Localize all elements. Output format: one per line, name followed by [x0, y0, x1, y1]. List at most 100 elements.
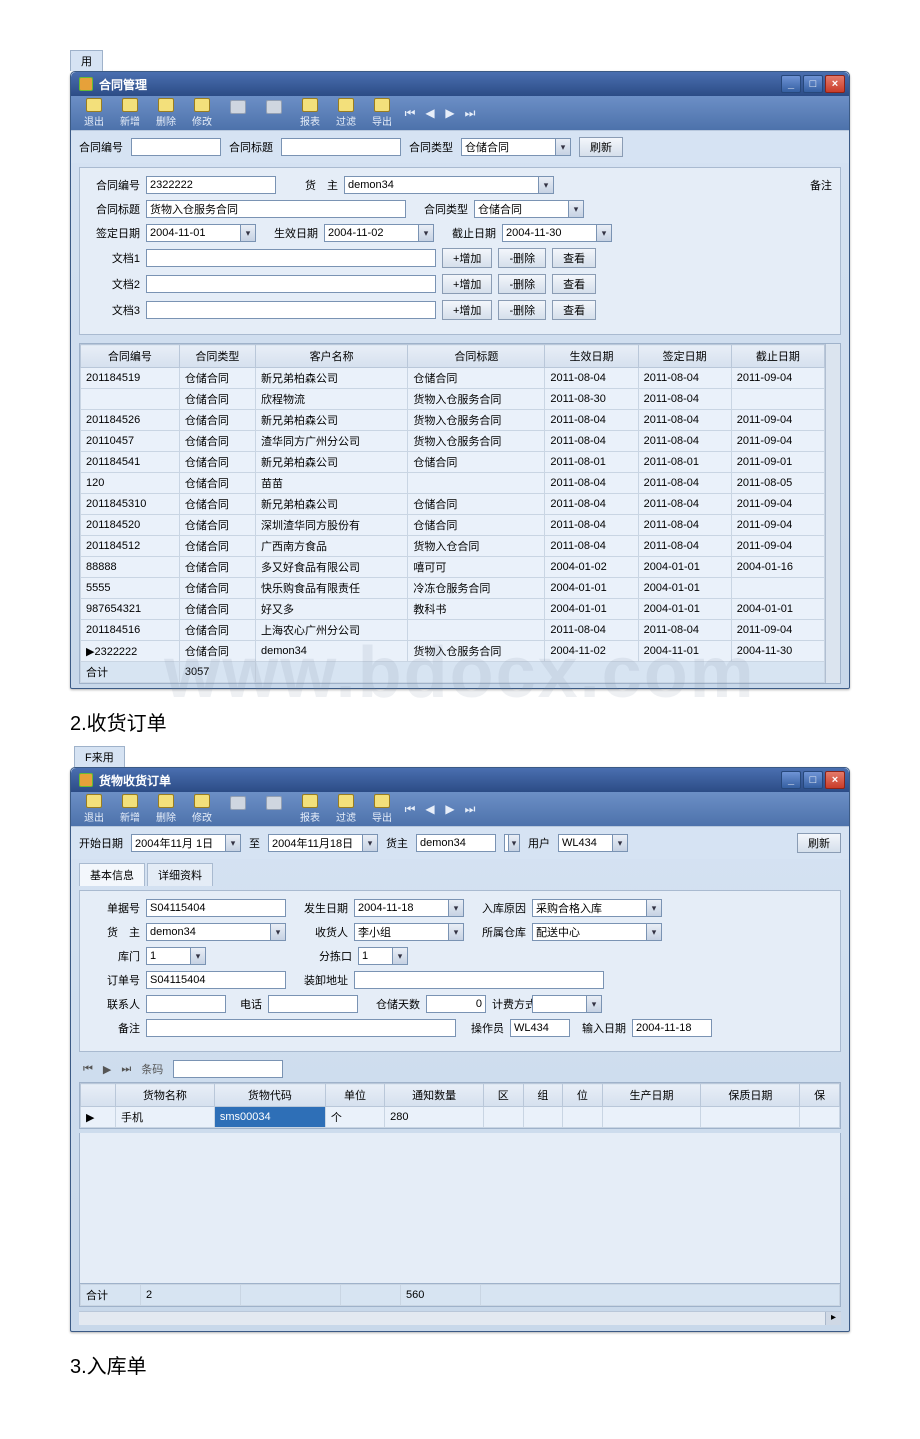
column-header[interactable]: [81, 1084, 116, 1107]
horizontal-scrollbar[interactable]: ▸: [79, 1311, 841, 1325]
table-row[interactable]: 201184520仓储合同深圳渣华同方股份有仓储合同2011-08-042011…: [81, 515, 825, 536]
contact-input[interactable]: [146, 995, 226, 1013]
maximize-button[interactable]: □: [803, 75, 823, 93]
refresh-button[interactable]: 刷新: [579, 137, 623, 157]
table-row[interactable]: 120仓储合同苗苗2011-08-042011-08-042011-08-05: [81, 473, 825, 494]
table-row[interactable]: ▶2322222仓储合同demon34货物入仓服务合同2004-11-02200…: [81, 641, 825, 662]
edit-button[interactable]: 修改: [185, 793, 219, 825]
column-header[interactable]: 单位: [325, 1084, 384, 1107]
delete-button[interactable]: 删除: [149, 97, 183, 129]
orderno-input[interactable]: [146, 971, 286, 989]
report-button[interactable]: 报表: [293, 97, 327, 129]
owner-drop[interactable]: ▾: [504, 834, 520, 852]
column-header[interactable]: 保质日期: [701, 1084, 800, 1107]
nav-prev-icon[interactable]: ◀: [421, 802, 439, 816]
startdate-select[interactable]: 2004-11-02▾: [324, 224, 434, 242]
doc2-view-button[interactable]: 查看: [552, 274, 596, 294]
address-input[interactable]: [354, 971, 604, 989]
delete-button[interactable]: 删除: [149, 793, 183, 825]
column-header[interactable]: 签定日期: [638, 345, 731, 368]
minimize-button[interactable]: _: [781, 75, 801, 93]
nav-last-icon[interactable]: ⏭: [461, 106, 479, 121]
type-select[interactable]: 仓储合同▾: [474, 200, 584, 218]
owner-input[interactable]: [416, 834, 496, 852]
billno-input[interactable]: [146, 899, 286, 917]
nav-last-icon[interactable]: ⏭: [461, 802, 479, 817]
note-input[interactable]: [146, 1019, 456, 1037]
refresh-button[interactable]: 刷新: [797, 833, 841, 853]
phone-input[interactable]: [268, 995, 358, 1013]
dock-select[interactable]: 1▾: [358, 947, 408, 965]
signdate-select[interactable]: 2004-11-01▾: [146, 224, 256, 242]
doc1-del-button[interactable]: -删除: [498, 248, 546, 268]
report-button[interactable]: 报表: [293, 793, 327, 825]
column-header[interactable]: 位: [563, 1084, 603, 1107]
doc1-view-button[interactable]: 查看: [552, 248, 596, 268]
exit-button[interactable]: 退出: [77, 97, 111, 129]
tab-detail[interactable]: 详细资料: [147, 863, 213, 886]
reason-select[interactable]: 采购合格入库▾: [532, 899, 662, 917]
doc3-view-button[interactable]: 查看: [552, 300, 596, 320]
nav-first-icon[interactable]: ⏮: [401, 106, 419, 121]
gate-select[interactable]: 1▾: [146, 947, 206, 965]
add-button[interactable]: 新增: [113, 793, 147, 825]
table-row[interactable]: 88888仓储合同多又好食品有限公司嘻可可2004-01-022004-01-0…: [81, 557, 825, 578]
edit-button[interactable]: 修改: [185, 97, 219, 129]
column-header[interactable]: 区: [484, 1084, 524, 1107]
column-header[interactable]: 合同标题: [408, 345, 545, 368]
nav-next-icon[interactable]: ▶: [441, 106, 459, 120]
user-select[interactable]: WL434▾: [558, 834, 628, 852]
maximize-button[interactable]: □: [803, 771, 823, 789]
column-header[interactable]: 保: [800, 1084, 840, 1107]
table-row[interactable]: 2011845310仓储合同新兄弟柏森公司仓储合同2011-08-042011-…: [81, 494, 825, 515]
filter-button[interactable]: 过滤: [329, 793, 363, 825]
column-header[interactable]: 截止日期: [731, 345, 824, 368]
close-button[interactable]: ×: [825, 771, 845, 789]
receiver-select[interactable]: 李小组▾: [354, 923, 464, 941]
table-row[interactable]: 201184541仓储合同新兄弟柏森公司仓储合同2011-08-012011-0…: [81, 452, 825, 473]
column-header[interactable]: 客户名称: [256, 345, 408, 368]
filter-button[interactable]: 过滤: [329, 97, 363, 129]
column-header[interactable]: 货物代码: [214, 1084, 325, 1107]
table-row[interactable]: 201184526仓储合同新兄弟柏森公司货物入仓服务合同2011-08-0420…: [81, 410, 825, 431]
table-row[interactable]: 201184512仓储合同广西南方食品货物入仓合同2011-08-042011-…: [81, 536, 825, 557]
doc3-input[interactable]: [146, 301, 436, 319]
exit-button[interactable]: 退出: [77, 793, 111, 825]
contractno-input[interactable]: [146, 176, 276, 194]
table-row[interactable]: ▶手机sms00034个280: [81, 1107, 840, 1128]
add-button[interactable]: 新增: [113, 97, 147, 129]
nav-last-icon[interactable]: ⏭: [121, 1063, 131, 1076]
grid-scrollbar[interactable]: [825, 344, 840, 683]
tab-basic[interactable]: 基本信息: [79, 863, 145, 886]
column-header[interactable]: 生产日期: [602, 1084, 701, 1107]
nav-next-icon[interactable]: ▶: [441, 802, 459, 816]
table-row[interactable]: 201184516仓储合同上海农心广州分公司2011-08-042011-08-…: [81, 620, 825, 641]
doc1-add-button[interactable]: +增加: [442, 248, 492, 268]
export-button[interactable]: 导出: [365, 97, 399, 129]
column-header[interactable]: 通知数量: [385, 1084, 484, 1107]
column-header[interactable]: 生效日期: [545, 345, 638, 368]
nav-play-icon[interactable]: ▶: [103, 1063, 111, 1076]
column-header[interactable]: 合同编号: [81, 345, 180, 368]
nav-first-icon[interactable]: ⏮: [401, 802, 419, 817]
feetype-select[interactable]: ▾: [532, 995, 602, 1013]
doc1-input[interactable]: [146, 249, 436, 267]
minimize-button[interactable]: _: [781, 771, 801, 789]
table-row[interactable]: 5555仓储合同快乐购食品有限责任冷冻仓服务合同2004-01-012004-0…: [81, 578, 825, 599]
export-button[interactable]: 导出: [365, 793, 399, 825]
table-row[interactable]: 仓储合同欣程物流货物入仓服务合同2011-08-302011-08-04: [81, 389, 825, 410]
table-row[interactable]: 987654321仓储合同好又多教科书2004-01-012004-01-012…: [81, 599, 825, 620]
owner-select[interactable]: demon34▾: [344, 176, 554, 194]
barcode-input[interactable]: [173, 1060, 283, 1078]
nav-prev-icon[interactable]: ◀: [421, 106, 439, 120]
column-header[interactable]: 货物名称: [115, 1084, 214, 1107]
nav-prev-icon[interactable]: ⏮: [83, 1063, 93, 1076]
column-header[interactable]: 合同类型: [179, 345, 255, 368]
column-header[interactable]: 组: [523, 1084, 563, 1107]
filter-title-input[interactable]: [281, 138, 401, 156]
table-row[interactable]: 201184519仓储合同新兄弟柏森公司仓储合同2011-08-042011-0…: [81, 368, 825, 389]
filter-contractno-input[interactable]: [131, 138, 221, 156]
title-input[interactable]: [146, 200, 406, 218]
doc2-del-button[interactable]: -删除: [498, 274, 546, 294]
days-input[interactable]: [426, 995, 486, 1013]
